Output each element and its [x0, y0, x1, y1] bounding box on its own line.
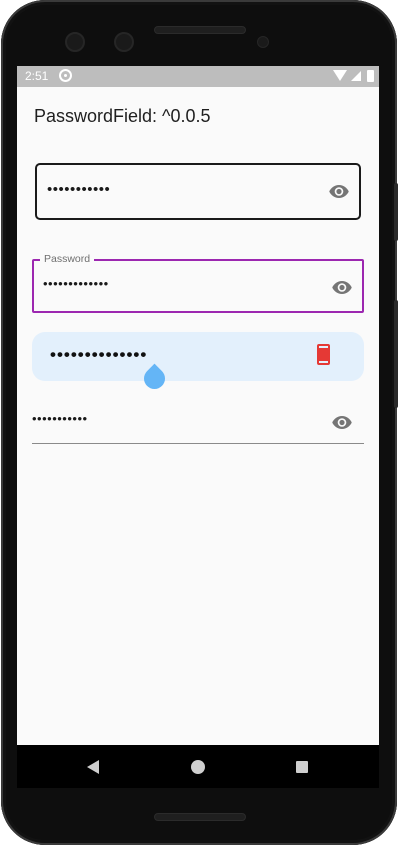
front-sensor-icon — [114, 32, 134, 52]
password-value: •••••••••••••• — [50, 345, 148, 364]
password-value: ••••••••••••• — [43, 276, 109, 291]
status-bar: 2:51 — [17, 66, 379, 87]
back-icon[interactable] — [87, 760, 99, 774]
earpiece-speaker — [154, 26, 246, 34]
sync-icon — [59, 69, 72, 82]
volume-button — [394, 300, 398, 408]
cell-signal-icon — [351, 71, 361, 81]
recents-icon[interactable] — [296, 761, 308, 773]
password-value: ••••••••••• — [47, 181, 111, 198]
password-field-filled[interactable]: •••••••••••••• — [32, 332, 364, 381]
home-icon[interactable] — [191, 760, 205, 774]
front-camera-icon — [65, 32, 85, 52]
status-time: 2:51 — [25, 69, 49, 83]
wifi-icon — [333, 70, 347, 81]
password-field-underline[interactable]: ••••••••••• — [32, 402, 364, 444]
proximity-sensor-icon — [257, 36, 269, 48]
battery-icon — [367, 70, 374, 82]
page-title: PasswordField: ^0.0.5 — [34, 106, 211, 126]
password-field-outlined[interactable]: ••••••••••• — [35, 163, 361, 220]
password-value: ••••••••••• — [32, 411, 88, 426]
eye-icon[interactable] — [332, 416, 352, 429]
password-label: Password — [40, 253, 95, 265]
password-field-labeled[interactable]: Password ••••••••••••• — [32, 253, 364, 313]
navigation-bar — [17, 745, 379, 788]
eye-icon[interactable] — [332, 281, 352, 294]
bottom-speaker — [154, 813, 246, 821]
app-screen: 2:51 PasswordField: ^0.0.5 ••••••••••• P… — [17, 66, 379, 788]
power-button — [394, 183, 398, 241]
smartphone-icon[interactable] — [317, 344, 330, 365]
eye-icon[interactable] — [329, 185, 349, 198]
